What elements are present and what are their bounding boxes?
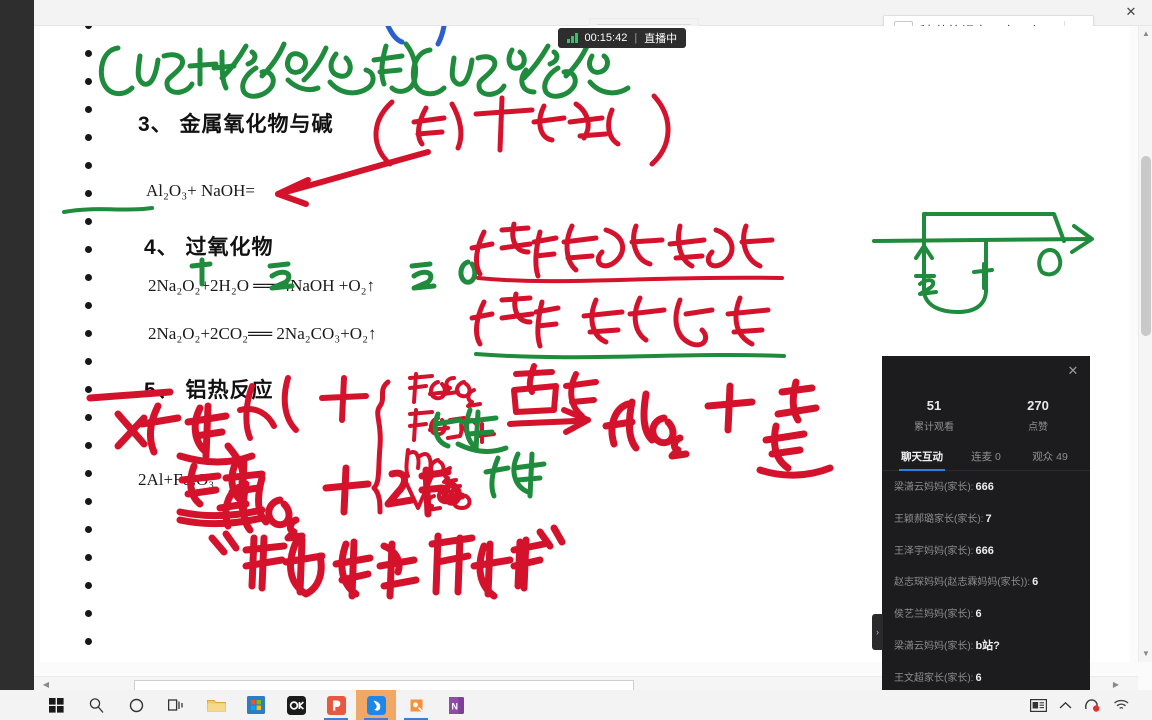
equation-1: Al₂O₃+ NaOH= — [146, 181, 255, 200]
notification-alert-icon[interactable] — [1084, 698, 1101, 712]
onenote-icon: N — [448, 696, 464, 714]
start-button[interactable] — [36, 690, 76, 720]
chat-message: 王颖郝璐家长(家长): 7 — [894, 513, 1078, 527]
app-wps-button[interactable] — [316, 690, 356, 720]
vertical-scroll-thumb[interactable] — [1141, 156, 1151, 336]
live-status-badge: 00:15:42 | 直播中 — [558, 28, 687, 48]
live-app-icon — [366, 695, 386, 715]
chat-user: 王泽宇妈妈(家长): — [894, 545, 974, 557]
chat-message: 梁潇云妈妈(家长): b站? — [894, 640, 1078, 654]
circle-icon — [129, 698, 143, 712]
chat-text: 6 — [975, 671, 982, 684]
task-view-button[interactable] — [156, 690, 196, 720]
show-hidden-icons-chevron[interactable] — [1059, 701, 1072, 710]
cortana-button[interactable] — [116, 690, 156, 720]
stat-likes: 270 点赞 — [986, 398, 1090, 433]
window-close-button[interactable]: ✕ — [1118, 2, 1144, 22]
app-orange-button[interactable] — [396, 690, 436, 720]
task-view-icon — [167, 698, 183, 711]
ok-app-icon — [286, 695, 306, 715]
stat-value: 270 — [1027, 398, 1049, 413]
chat-text: b站? — [975, 639, 1000, 652]
wps-presentation-icon — [326, 695, 346, 715]
taskbar[interactable]: N — [0, 690, 1152, 720]
section-heading-5: 5、 铝热反应 — [144, 379, 274, 402]
search-icon — [89, 697, 103, 713]
equation-2: 2Na₂O₂+2H₂O ══ 4NaOH +O₂↑ — [148, 276, 376, 295]
folder-icon — [206, 700, 226, 712]
stat-total-viewers: 51 累计观看 — [882, 398, 986, 433]
tab-mic-queue[interactable]: 连麦 0 — [954, 443, 1018, 471]
file-explorer-button[interactable] — [196, 690, 236, 720]
spiral-binding — [85, 26, 95, 662]
chat-user: 王文超家长(家长): — [894, 672, 974, 684]
stat-label: 点赞 — [1028, 422, 1048, 433]
section-heading-4: 4、 过氧化物 — [144, 236, 274, 259]
scroll-down-arrow[interactable]: ▼ — [1139, 646, 1152, 662]
chat-stats-row: 51 累计观看 270 点赞 — [882, 356, 1090, 443]
stat-label: 累计观看 — [914, 422, 954, 433]
tab-audience[interactable]: 观众 49 — [1018, 443, 1082, 471]
chat-message: 梁潇云妈妈(家长): 666 — [894, 481, 1078, 495]
app-active-button[interactable] — [356, 690, 396, 720]
svg-text:N: N — [451, 701, 458, 711]
equation-4: 2Al+Fe₂O₃ — [138, 470, 215, 489]
chat-user: 梁潇云妈妈(家长): — [894, 482, 974, 493]
scroll-up-arrow[interactable]: ▲ — [1139, 26, 1152, 42]
orange-app-icon — [406, 695, 426, 715]
screen: ✕ 科 的笔记本 > 高一上 ⌄ ⤢ 3、 金属氧化物与碱 Al₂O₃+ — [0, 0, 1152, 720]
vertical-scrollbar[interactable]: ▲ ▼ — [1138, 26, 1152, 662]
stat-value: 51 — [926, 398, 942, 413]
chat-tabs[interactable]: 聊天互动 连麦 0 观众 49 — [882, 443, 1090, 471]
equation-3: 2Na₂O₂+2CO₂══ 2Na₂CO₃+O₂↑ — [148, 324, 377, 343]
store-icon — [247, 696, 265, 714]
chat-close-button[interactable]: ✕ — [1064, 362, 1082, 380]
wifi-icon[interactable] — [1113, 699, 1130, 712]
chat-text: 6 — [975, 608, 982, 620]
live-chat-panel[interactable]: ✕ 51 累计观看 270 点赞 聊天互动 连麦 0 观众 49 梁潇云妈妈(家… — [872, 356, 1090, 720]
tab-chat[interactable]: 聊天互动 — [890, 443, 954, 471]
chat-text: 6 — [1032, 576, 1039, 589]
chat-text: 666 — [975, 544, 994, 557]
search-button[interactable] — [76, 690, 116, 720]
chat-collapse-handle[interactable]: › — [872, 614, 883, 650]
chat-text: 7 — [985, 512, 992, 525]
chat-message: 王泽宇妈妈(家长): 666 — [894, 545, 1078, 559]
live-status-text: 直播中 — [644, 33, 678, 45]
live-timer: 00:15:42 — [584, 32, 628, 44]
chat-message: 侯艺兰妈妈(家长): 6 — [894, 608, 1078, 622]
chat-user: 赵志琛妈妈(赵志霖妈妈(家长)): — [894, 577, 1031, 589]
live-separator: | — [634, 32, 638, 44]
app-ok-button[interactable] — [276, 690, 316, 720]
news-weather-icon[interactable] — [1030, 698, 1047, 712]
taskbar-apps[interactable]: N — [0, 690, 476, 720]
chat-user: 侯艺兰妈妈(家长): — [894, 609, 974, 620]
chat-text: 666 — [975, 481, 994, 493]
microsoft-store-button[interactable] — [236, 690, 276, 720]
chat-message: 赵志琛妈妈(赵志霖妈妈(家长)): 6 — [894, 576, 1078, 590]
chat-user: 梁潇云妈妈(家长): — [894, 640, 974, 652]
onenote-button[interactable]: N — [436, 690, 476, 720]
system-tray[interactable] — [1030, 690, 1148, 720]
section-heading-3: 3、 金属氧化物与碱 — [138, 113, 334, 136]
desktop-left-margin — [0, 0, 34, 690]
chat-message: 王文超家长(家长): 6 — [894, 672, 1078, 686]
windows-logo-icon — [48, 697, 64, 713]
chat-message-list[interactable]: 梁潇云妈妈(家长): 666 王颖郝璐家长(家长): 7 王泽宇妈妈(家长): 666… — [882, 471, 1090, 720]
signal-bars-icon — [567, 33, 578, 43]
chat-user: 王颖郝璐家长(家长): — [894, 513, 984, 525]
